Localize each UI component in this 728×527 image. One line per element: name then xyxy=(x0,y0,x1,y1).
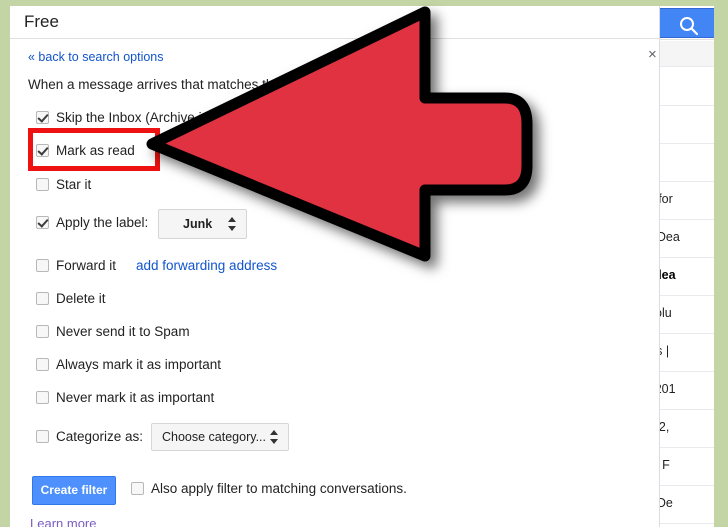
category-select[interactable]: Choose category... xyxy=(151,423,289,451)
checkbox-apply-label[interactable] xyxy=(36,216,49,229)
option-label: Mark as read xyxy=(56,143,135,158)
label-select-value: Junk xyxy=(183,217,213,231)
learn-more-link[interactable]: Learn more xyxy=(30,516,96,527)
back-to-search-options-link[interactable]: « back to search options xyxy=(28,50,164,64)
option-label: Delete it xyxy=(56,291,106,306)
close-icon[interactable]: × xyxy=(648,47,657,62)
filter-dialog-header: Free xyxy=(10,6,659,39)
filter-intro-text: When a message arrives that matches this… xyxy=(28,77,332,92)
option-label: Star it xyxy=(56,177,92,192)
option-label: Apply the label: xyxy=(56,215,149,230)
search-button[interactable] xyxy=(658,8,714,38)
add-forwarding-address-link[interactable]: add forwarding address xyxy=(136,258,277,273)
create-filter-button[interactable]: Create filter xyxy=(32,476,116,505)
checkbox-never-spam[interactable] xyxy=(36,325,49,338)
checkbox-mark-as-read[interactable] xyxy=(36,144,49,157)
checkbox-star-it[interactable] xyxy=(36,178,49,191)
option-label: Never send it to Spam xyxy=(56,324,190,339)
checkbox-also-apply[interactable] xyxy=(131,482,144,495)
gmail-app: · apps fornolulu Deaupon dea's Honoluu D… xyxy=(10,6,714,527)
checkbox-always-important[interactable] xyxy=(36,358,49,371)
option-label: Skip the Inbox (Archive it) xyxy=(56,110,210,125)
option-label: Categorize as: xyxy=(56,429,144,444)
chevron-updown-icon xyxy=(270,430,279,444)
checkbox-never-important[interactable] xyxy=(36,391,49,404)
category-select-value: Choose category... xyxy=(162,430,266,444)
option-label: Also apply filter to matching conversati… xyxy=(151,481,407,496)
checkbox-forward-it[interactable] xyxy=(36,259,49,272)
label-select[interactable]: Junk xyxy=(158,209,247,239)
checkbox-delete-it[interactable] xyxy=(36,292,49,305)
page-frame: · apps fornolulu Deaupon dea's Honoluu D… xyxy=(0,0,728,527)
filter-dialog: Free × « back to search options When a m… xyxy=(10,6,660,527)
search-icon xyxy=(680,17,699,36)
option-label: Forward it xyxy=(56,258,117,273)
checkbox-categorize-as[interactable] xyxy=(36,430,49,443)
chevron-updown-icon xyxy=(228,217,237,231)
option-label: Always mark it as important xyxy=(56,357,222,372)
checkbox-skip-inbox[interactable] xyxy=(36,111,49,124)
page-title: Free xyxy=(24,12,59,31)
option-label: Never mark it as important xyxy=(56,390,215,405)
